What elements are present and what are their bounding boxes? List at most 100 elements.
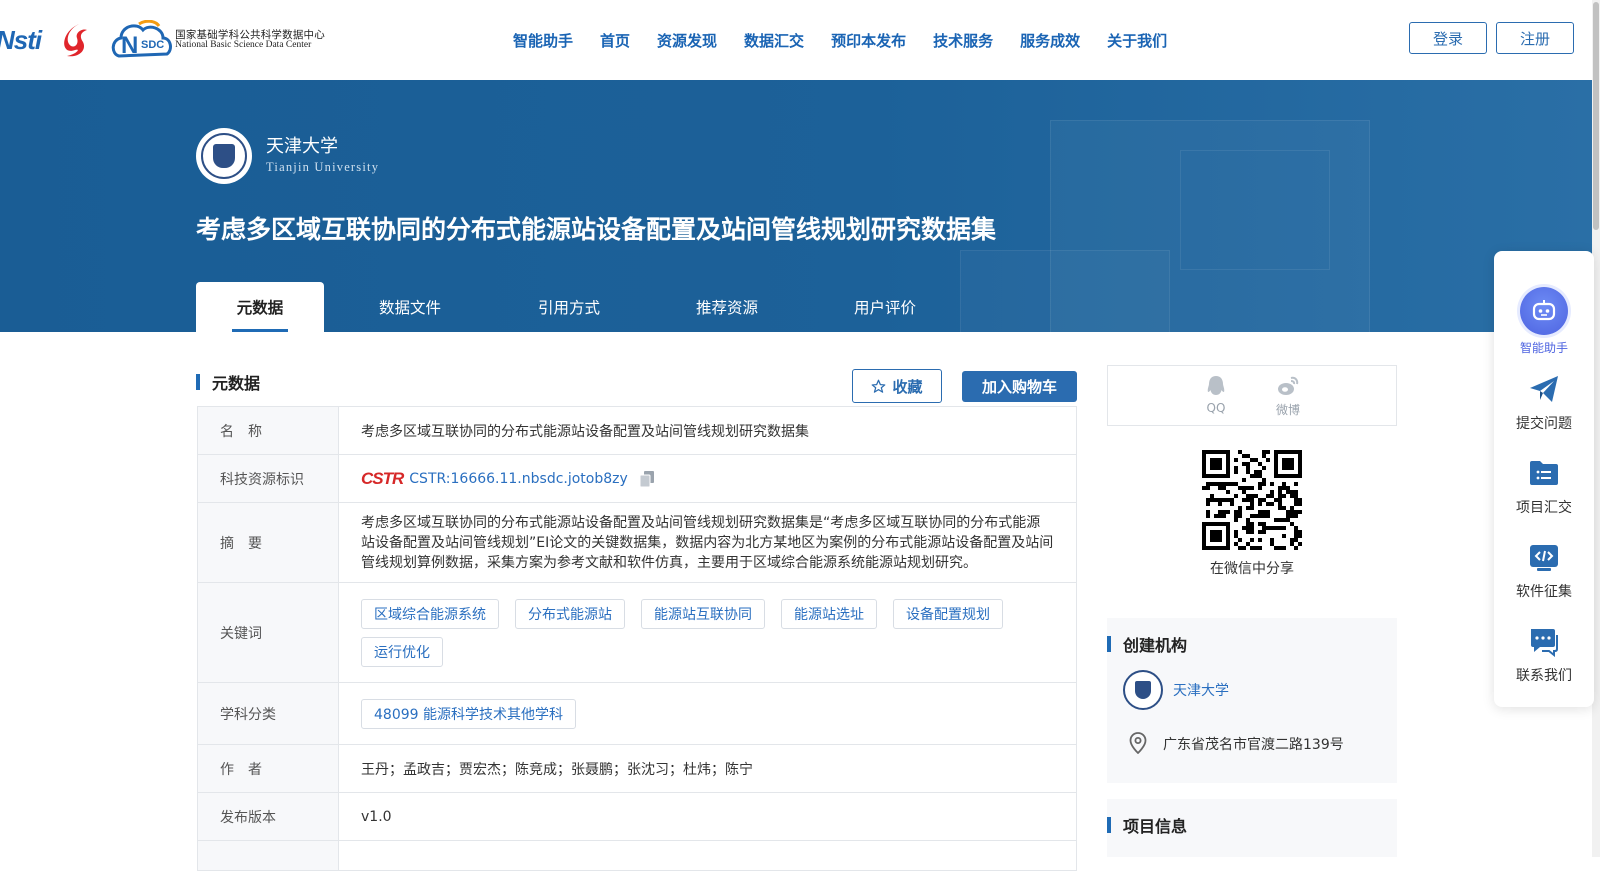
university-emblem-icon (1123, 670, 1163, 710)
share-qq[interactable]: QQ (1196, 374, 1236, 415)
table-row: 发布版本 v1.0 (198, 793, 1076, 841)
register-button[interactable]: 注册 (1496, 22, 1574, 54)
keyword-chip[interactable]: 设备配置规划 (893, 598, 1003, 629)
keyword-chip[interactable]: 分布式能源站 (515, 598, 625, 629)
creator-heading: 创建机构 (1107, 632, 1187, 656)
nav-data-submission[interactable]: 数据汇交 (744, 30, 804, 51)
nsdc-logo[interactable]: N SDC 国家基础学科公共科学数据中心 National Basic Scie… (111, 20, 325, 60)
nsdc-name-cn: 国家基础学科公共科学数据中心 (175, 28, 325, 41)
cstr-identifier: CSTR:16666.11.nbsdc.jotob8zy (409, 470, 628, 487)
keyword-chip[interactable]: 能源站选址 (781, 598, 877, 629)
floating-toolbar: 智能助手 提交问题 项目汇交 软件征集 联系我们 (1494, 251, 1594, 707)
nav-about[interactable]: 关于我们 (1107, 30, 1167, 51)
favorite-label: 收藏 (892, 377, 923, 396)
share-weibo[interactable]: 微博 (1268, 374, 1308, 418)
cstr-logo-icon: CSTR (361, 468, 404, 488)
float-software-collection[interactable]: 软件征集 (1494, 541, 1594, 601)
table-row: 摘 要 考虑多区域互联协同的分布式能源站设备配置及站间管线规划研究数据集是“考虑… (198, 503, 1076, 583)
metadata-section-heading: 元数据 (196, 370, 260, 394)
table-row: 作 者 王丹；孟政吉；贾宏杰；陈竞成；张聂鹏；张沈习；杜炜；陈宁 (198, 745, 1076, 793)
table-row: 学科分类 48099 能源科学技术其他学科 (198, 683, 1076, 745)
float-assistant[interactable]: 智能助手 (1494, 287, 1594, 356)
creator-heading-text: 创建机构 (1123, 636, 1188, 655)
project-heading: 项目信息 (1107, 813, 1187, 837)
qq-label: QQ (1206, 401, 1226, 415)
wechat-share-caption: 在微信中分享 (1210, 561, 1294, 577)
paper-plane-icon (1530, 376, 1558, 402)
row-value-authors: 王丹；孟政吉；贾宏杰；陈竞成；张聂鹏；张沈习；杜炜；陈宁 (361, 761, 753, 778)
creator-address: 广东省茂名市官渡二路139号 (1163, 737, 1344, 753)
logo-group: Nsti N SDC 国家基础学科公共科学数据中心 National Basic… (0, 18, 325, 62)
keyword-chip[interactable]: 区域综合能源系统 (361, 598, 499, 629)
university-emblem-icon (196, 128, 252, 184)
code-icon (1530, 545, 1558, 571)
table-row: 关键词 区域综合能源系统 分布式能源站 能源站互联协同 能源站选址 设备配置规划… (198, 583, 1076, 683)
tab-user-reviews[interactable]: 用户评价 (812, 282, 958, 332)
hero-decoration (1180, 150, 1330, 270)
keyword-chip[interactable]: 运行优化 (361, 636, 443, 667)
table-row: 名 称 考虑多区域互联协同的分布式能源站设备配置及站间管线规划研究数据集 (198, 407, 1076, 455)
red-ribbon-logo-icon[interactable] (57, 20, 97, 60)
creator-panel: 创建机构 天津大学 广东省茂名市官渡二路139号 (1107, 618, 1397, 783)
add-to-cart-button[interactable]: 加入购物车 (962, 371, 1077, 402)
main-nav: 智能助手 首页 资源发现 数据汇交 预印本发布 技术服务 服务成效 关于我们 (513, 30, 1194, 51)
table-row (198, 841, 1076, 871)
nsdc-mark-icon: N SDC (111, 20, 173, 59)
nstl-logo[interactable]: Nsti (0, 25, 42, 56)
share-box: QQ 微博 (1107, 365, 1397, 426)
hero-decoration (960, 250, 1170, 332)
float-contact-us[interactable]: 联系我们 (1494, 625, 1594, 685)
nav-assistant[interactable]: 智能助手 (513, 30, 573, 51)
copy-icon[interactable] (639, 470, 654, 487)
table-row: 科技资源标识 CSTR CSTR:16666.11.nbsdc.jotob8zy (198, 455, 1076, 503)
metadata-heading-text: 元数据 (212, 374, 261, 393)
keyword-chip[interactable]: 能源站互联协同 (641, 598, 765, 629)
row-value-version: v1.0 (361, 808, 392, 825)
row-label-subject: 学科分类 (198, 683, 339, 744)
row-label-name: 名 称 (198, 407, 339, 454)
svg-text:SDC: SDC (141, 39, 164, 51)
institution-name-en: Tianjin University (266, 160, 380, 174)
qq-icon (1207, 376, 1225, 395)
tab-data-files[interactable]: 数据文件 (324, 282, 496, 332)
tab-metadata[interactable]: 元数据 (196, 282, 324, 332)
star-icon (872, 379, 886, 393)
nsdc-name-en: National Basic Science Data Center (175, 39, 312, 50)
weibo-icon (1278, 376, 1299, 395)
creator-org-link[interactable]: 天津大学 (1173, 680, 1229, 700)
float-contact-us-label: 联系我们 (1516, 668, 1572, 684)
wechat-qr-code-icon (1202, 450, 1302, 550)
float-software-collection-label: 软件征集 (1516, 584, 1572, 600)
row-value-abstract: 考虑多区域互联协同的分布式能源站设备配置及站间管线规划研究数据集是“考虑多区域互… (361, 514, 1054, 571)
row-label-cstr: 科技资源标识 (198, 455, 339, 502)
dataset-hero-banner: 天津大学 Tianjin University 考虑多区域互联协同的分布式能源站… (0, 80, 1592, 332)
login-button[interactable]: 登录 (1409, 22, 1487, 54)
nav-tech-services[interactable]: 技术服务 (933, 30, 993, 51)
institution-name-cn: 天津大学 (266, 136, 338, 157)
nav-resource-discovery[interactable]: 资源发现 (657, 30, 717, 51)
subject-chip[interactable]: 48099 能源科学技术其他学科 (361, 698, 576, 729)
row-label-version: 发布版本 (198, 793, 339, 840)
dataset-title: 考虑多区域互联协同的分布式能源站设备配置及站间管线规划研究数据集 (196, 215, 997, 244)
nav-home[interactable]: 首页 (600, 30, 630, 51)
svg-text:N: N (121, 32, 138, 59)
float-project-submission[interactable]: 项目汇交 (1494, 457, 1594, 517)
tab-recommended[interactable]: 推荐资源 (642, 282, 812, 332)
float-submit-question[interactable]: 提交问题 (1494, 373, 1594, 433)
metadata-table: 名 称 考虑多区域互联协同的分布式能源站设备配置及站间管线规划研究数据集 科技资… (197, 406, 1077, 871)
keyword-list: 区域综合能源系统 分布式能源站 能源站互联协同 能源站选址 设备配置规划 运行优… (339, 583, 1076, 682)
favorite-button[interactable]: 收藏 (852, 369, 942, 403)
dataset-tabs: 元数据 数据文件 引用方式 推荐资源 用户评价 (196, 282, 958, 332)
row-label-abstract: 摘 要 (198, 503, 339, 582)
cstr-link[interactable]: CSTR CSTR:16666.11.nbsdc.jotob8zy (361, 469, 628, 489)
weibo-label: 微博 (1275, 403, 1300, 417)
nav-preprint[interactable]: 预印本发布 (831, 30, 906, 51)
row-value-name: 考虑多区域互联协同的分布式能源站设备配置及站间管线规划研究数据集 (361, 423, 809, 440)
folder-list-icon (1530, 461, 1558, 485)
nav-service-results[interactable]: 服务成效 (1020, 30, 1080, 51)
tab-citation[interactable]: 引用方式 (496, 282, 642, 332)
project-panel: 项目信息 (1107, 799, 1397, 857)
robot-icon (1520, 287, 1568, 335)
row-label-keywords: 关键词 (198, 583, 339, 682)
scrollbar-thumb[interactable] (1593, 2, 1599, 230)
